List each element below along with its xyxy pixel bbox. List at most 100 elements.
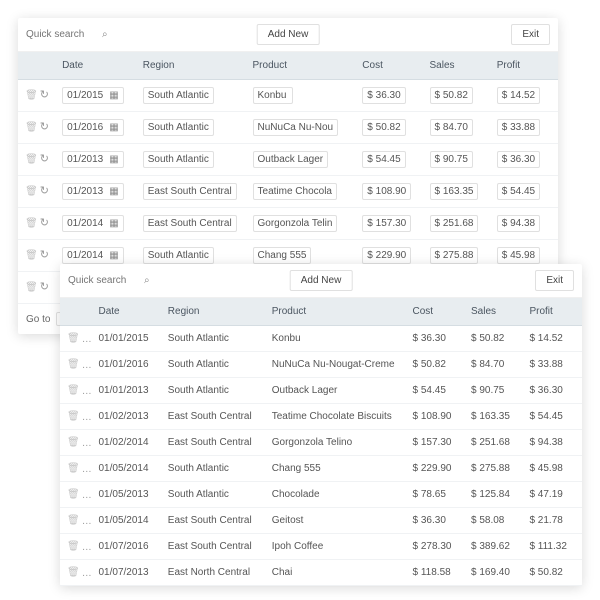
region-input[interactable]: East South Central: [143, 183, 237, 200]
date-input[interactable]: 01/2014▦: [62, 247, 124, 264]
header-row: Date Region Product Cost Sales Profit: [60, 298, 582, 326]
calendar-icon[interactable]: ▦: [109, 122, 118, 133]
refresh-icon[interactable]: [40, 122, 49, 133]
sales-input[interactable]: $ 251.68: [430, 215, 479, 232]
region-input[interactable]: East South Central: [143, 215, 237, 232]
exit-button[interactable]: Exit: [511, 24, 550, 45]
delete-icon[interactable]: [67, 489, 80, 500]
delete-icon[interactable]: [25, 90, 38, 101]
refresh-icon[interactable]: [40, 282, 49, 293]
cost-input[interactable]: $ 54.45: [362, 151, 405, 168]
header-sales[interactable]: Sales: [424, 52, 491, 80]
product-input[interactable]: Gorgonzola Telin: [253, 215, 338, 232]
refresh-icon[interactable]: [40, 90, 49, 101]
sales-input[interactable]: $ 275.88: [430, 247, 479, 264]
delete-icon[interactable]: [67, 333, 80, 344]
profit-input[interactable]: $ 36.30: [497, 151, 540, 168]
delete-icon[interactable]: [67, 359, 80, 370]
refresh-icon[interactable]: [40, 218, 49, 229]
header-actions: [60, 298, 92, 326]
search-icon[interactable]: ⌕: [144, 275, 150, 286]
search-input[interactable]: [26, 29, 96, 40]
header-region[interactable]: Region: [137, 52, 247, 80]
refresh-icon[interactable]: [40, 154, 49, 165]
region-input[interactable]: South Atlantic: [143, 247, 214, 264]
refresh-icon[interactable]: [40, 186, 49, 197]
profit-input[interactable]: $ 54.45: [497, 183, 540, 200]
refresh-icon[interactable]: [40, 250, 49, 261]
table-row: 01/02/2013East South CentralTeatime Choc…: [60, 404, 582, 430]
add-new-button[interactable]: Add New: [257, 24, 320, 45]
region-input[interactable]: South Atlantic: [143, 87, 214, 104]
region-input[interactable]: South Atlantic: [143, 119, 214, 136]
product-input[interactable]: Teatime Chocola: [253, 183, 337, 200]
delete-icon[interactable]: [25, 122, 38, 133]
date-input[interactable]: 01/2016▦: [62, 119, 124, 136]
calendar-icon[interactable]: ▦: [109, 154, 118, 165]
date-cell: 01/07/2013: [92, 560, 161, 586]
search-input[interactable]: [68, 275, 138, 286]
cost-input[interactable]: $ 229.90: [362, 247, 411, 264]
product-input[interactable]: Outback Lager: [253, 151, 329, 168]
header-profit[interactable]: Profit: [491, 52, 558, 80]
delete-icon[interactable]: [25, 186, 38, 197]
calendar-icon[interactable]: ▦: [109, 218, 118, 229]
cost-input[interactable]: $ 157.30: [362, 215, 411, 232]
date-input[interactable]: 01/2015▦: [62, 87, 124, 104]
search-icon[interactable]: ⌕: [102, 29, 108, 40]
sales-input[interactable]: $ 84.70: [430, 119, 473, 136]
header-date[interactable]: Date: [92, 298, 161, 326]
delete-icon[interactable]: [67, 385, 80, 396]
header-product[interactable]: Product: [266, 298, 407, 326]
date-input[interactable]: 01/2013▦: [62, 183, 124, 200]
delete-icon[interactable]: [25, 282, 38, 293]
profit-input[interactable]: $ 33.88: [497, 119, 540, 136]
header-product[interactable]: Product: [247, 52, 357, 80]
delete-icon[interactable]: [25, 218, 38, 229]
product-input[interactable]: Konbu: [253, 87, 293, 104]
table-row: 01/05/2013South AtlanticChocolade$ 78.65…: [60, 482, 582, 508]
profit-input[interactable]: $ 45.98: [497, 247, 540, 264]
region-input[interactable]: South Atlantic: [143, 151, 214, 168]
exit-button[interactable]: Exit: [535, 270, 574, 291]
product-input[interactable]: NuNuCa Nu-Nou: [253, 119, 339, 136]
delete-icon[interactable]: [67, 437, 80, 448]
sales-input[interactable]: $ 90.75: [430, 151, 473, 168]
header-date[interactable]: Date: [56, 52, 137, 80]
calendar-icon[interactable]: ▦: [109, 186, 118, 197]
profit-cell: $ 54.45: [523, 404, 582, 430]
date-input[interactable]: 01/2013▦: [62, 151, 124, 168]
header-cost[interactable]: Cost: [407, 298, 465, 326]
header-profit[interactable]: Profit: [523, 298, 582, 326]
add-new-button[interactable]: Add New: [290, 270, 353, 291]
header-sales[interactable]: Sales: [465, 298, 523, 326]
calendar-icon[interactable]: ▦: [109, 250, 118, 261]
cost-input[interactable]: $ 50.82: [362, 119, 405, 136]
header-cost[interactable]: Cost: [356, 52, 423, 80]
calendar-icon[interactable]: ▦: [109, 90, 118, 101]
cost-input[interactable]: $ 36.30: [362, 87, 405, 104]
cost-cell: $ 157.30: [407, 430, 465, 456]
delete-icon[interactable]: [67, 411, 80, 422]
profit-cell: $ 21.78: [523, 508, 582, 534]
table-row: 01/2015▦ South Atlantic Konbu $ 36.30 $ 50.8…: [18, 80, 558, 112]
cost-cell: $ 50.82: [407, 352, 465, 378]
cost-input[interactable]: $ 108.90: [362, 183, 411, 200]
sales-input[interactable]: $ 163.35: [430, 183, 479, 200]
delete-icon[interactable]: [25, 154, 38, 165]
delete-icon[interactable]: [67, 541, 80, 552]
sales-input[interactable]: $ 50.82: [430, 87, 473, 104]
table-row: 01/01/2015South AtlanticKonbu$ 36.30$ 50…: [60, 326, 582, 352]
date-input[interactable]: 01/2014▦: [62, 215, 124, 232]
profit-input[interactable]: $ 94.38: [497, 215, 540, 232]
delete-icon[interactable]: [67, 567, 80, 578]
delete-icon[interactable]: [67, 463, 80, 474]
product-input[interactable]: Chang 555: [253, 247, 312, 264]
header-region[interactable]: Region: [162, 298, 266, 326]
product-cell: Chai: [266, 560, 407, 586]
delete-icon[interactable]: [25, 250, 38, 261]
profit-cell: $ 50.82: [523, 560, 582, 586]
profit-input[interactable]: $ 14.52: [497, 87, 540, 104]
delete-icon[interactable]: [67, 515, 80, 526]
cost-cell: $ 108.90: [407, 404, 465, 430]
